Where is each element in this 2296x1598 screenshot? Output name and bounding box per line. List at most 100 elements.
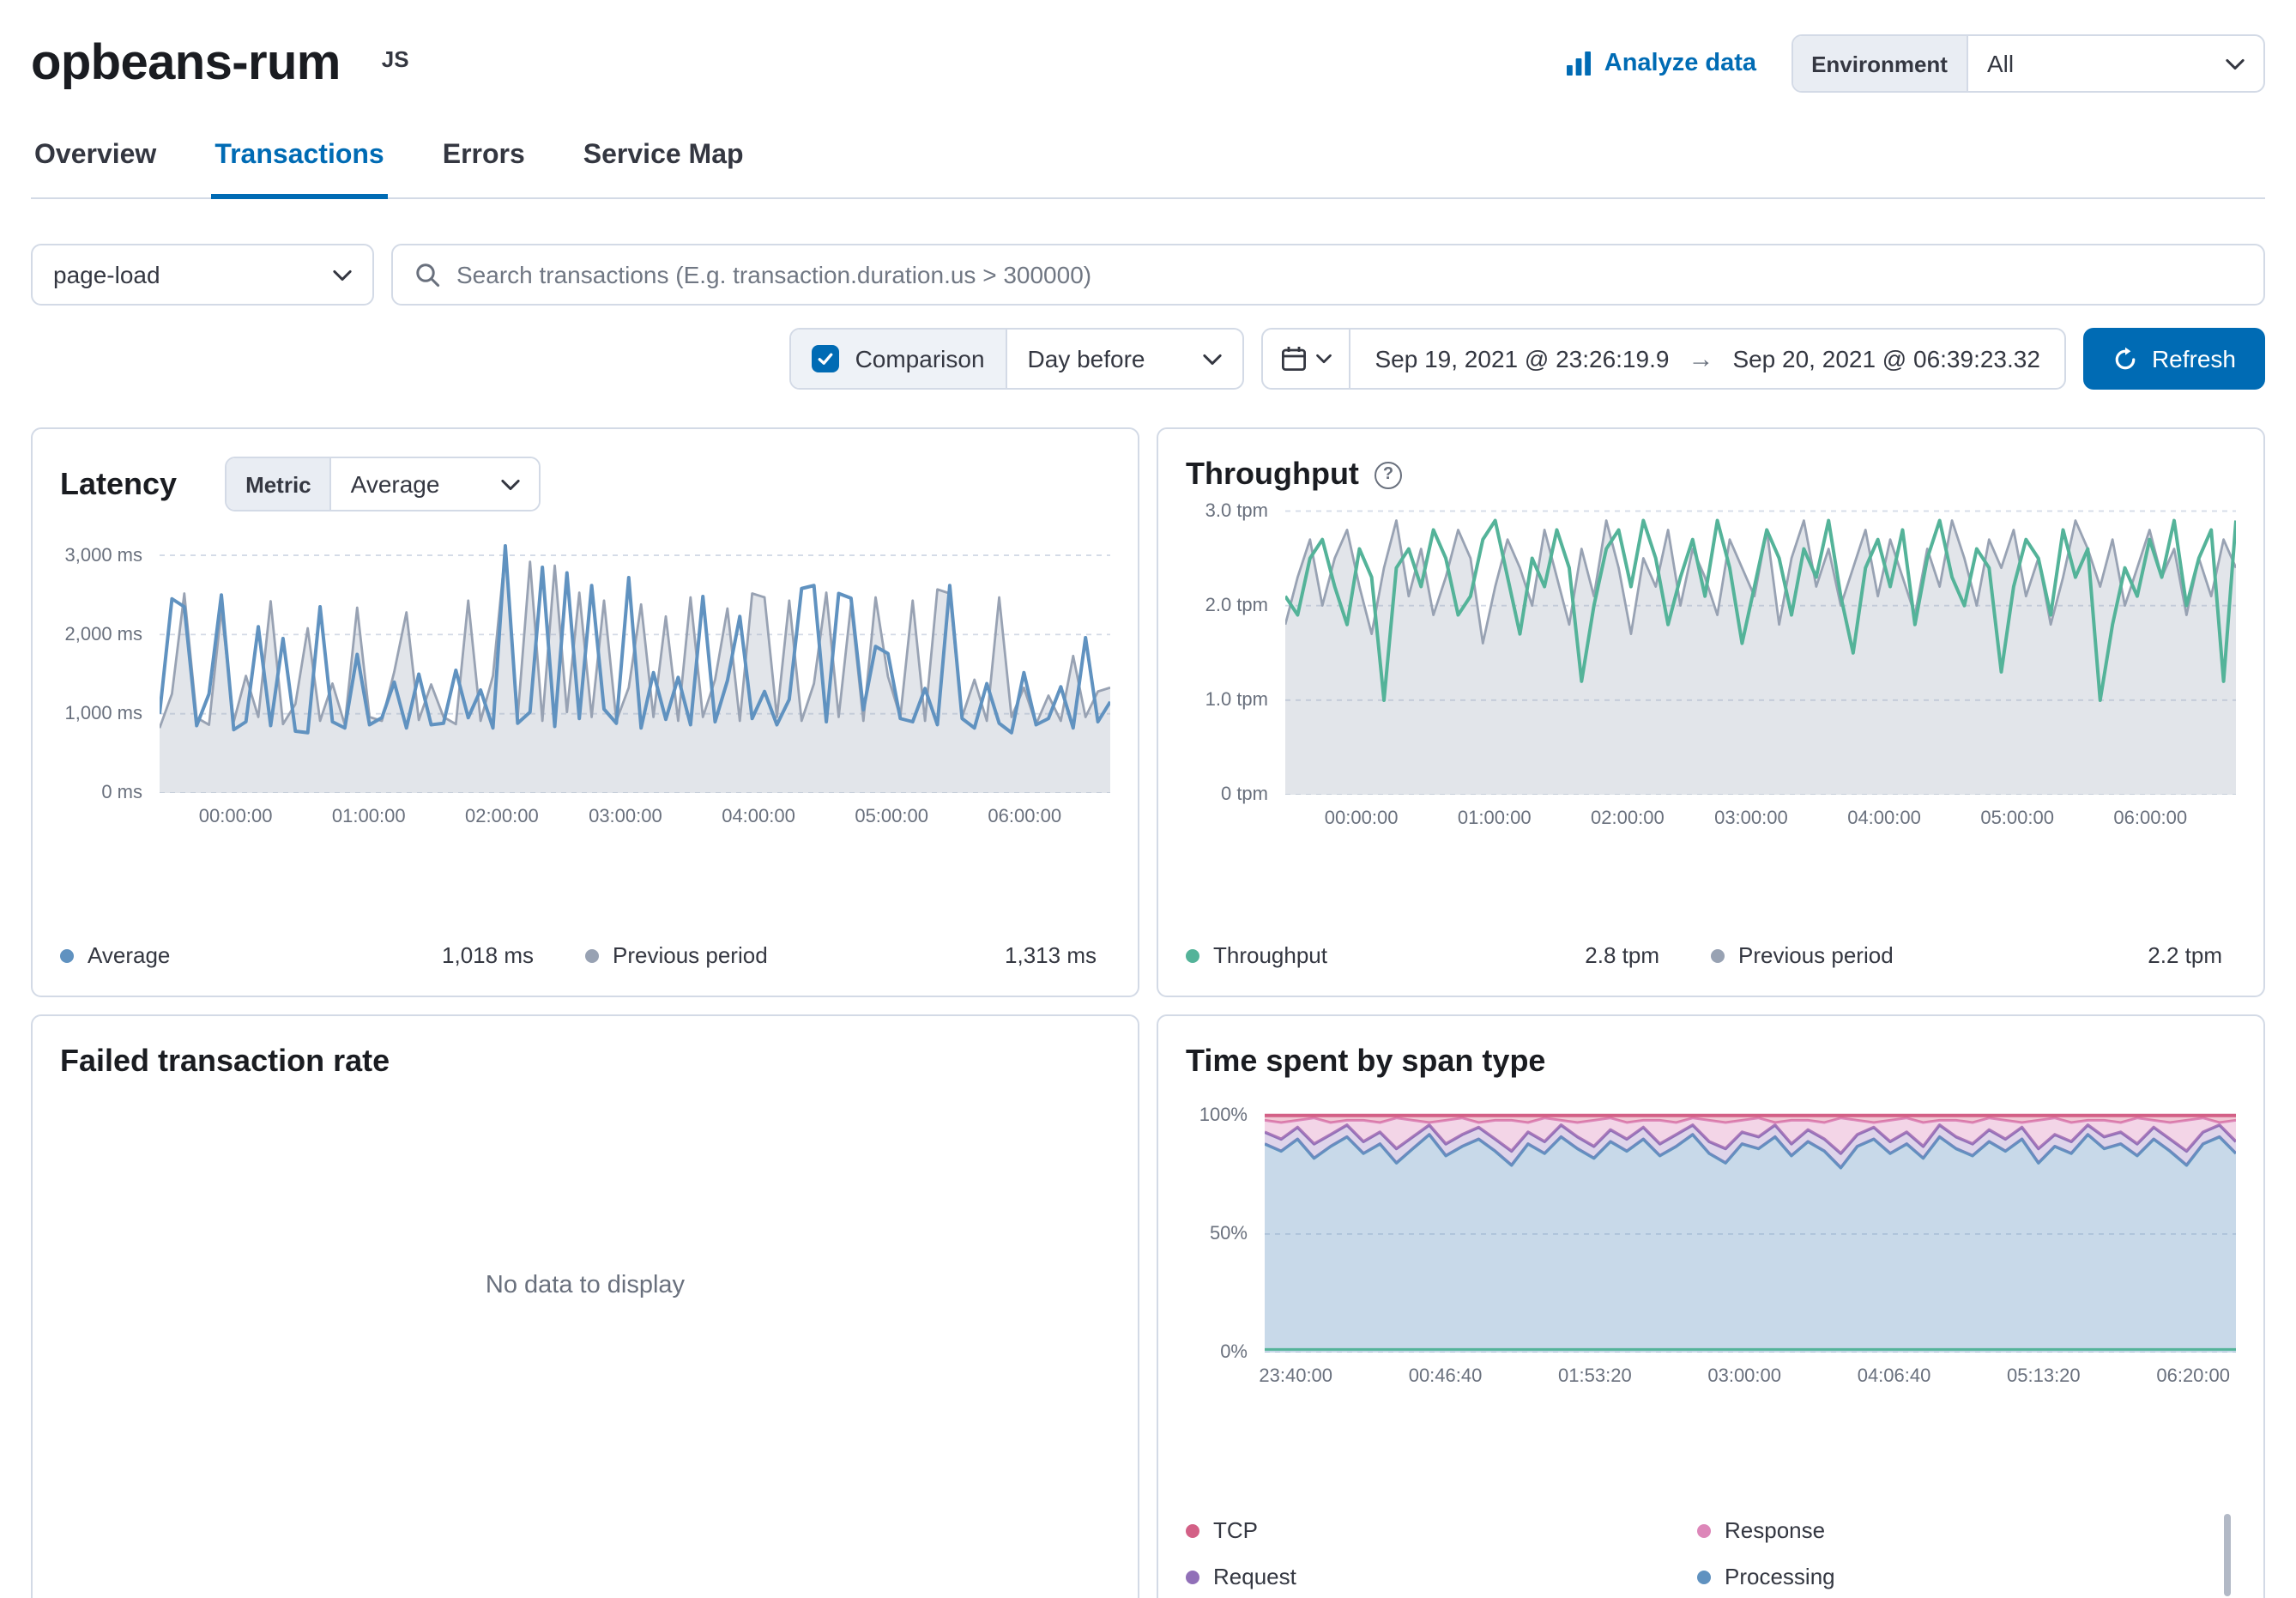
date-picker: Sep 19, 2021 @ 23:26:19.9 → Sep 20, 2021… — [1262, 328, 2066, 390]
legend-item-throughput[interactable]: Throughput2.8 tpm — [1186, 942, 1711, 968]
comparison-period-select[interactable]: Day before — [1007, 330, 1243, 388]
legend-label: Processing — [1725, 1564, 1835, 1589]
plot-area — [160, 536, 1110, 793]
y-axis-tick: 1,000 ms — [65, 704, 143, 724]
legend-item-response[interactable]: Response — [1697, 1517, 2208, 1543]
chart-legend: TCP Response Request Processing — [1186, 1490, 2236, 1589]
no-data-message: No data to display — [60, 1080, 1110, 1492]
legend-label: Response — [1725, 1517, 1825, 1543]
legend-label: Previous period — [613, 942, 768, 968]
legend-dot — [1697, 1523, 1711, 1537]
legend-value: 2.2 tpm — [2148, 942, 2222, 968]
x-axis-tick: 05:13:20 — [2007, 1366, 2081, 1387]
page-header: opbeans-rum JS Analyze data Environment … — [31, 0, 2265, 93]
y-axis-tick: 50% — [1210, 1224, 1248, 1244]
y-axis-tick: 0% — [1220, 1342, 1248, 1363]
environment-value: All — [1987, 50, 2014, 77]
legend-item-previous-period[interactable]: Previous period 1,313 ms — [585, 942, 1110, 968]
legend-item-tcp[interactable]: TCP — [1186, 1517, 1697, 1543]
environment-select[interactable]: Environment All — [1791, 34, 2265, 93]
agent-badge: JS — [382, 46, 409, 72]
transaction-type-select[interactable]: page-load — [31, 244, 374, 306]
x-axis-tick: 04:00:00 — [722, 807, 795, 827]
date-range: Sep 19, 2021 @ 23:26:19.9 → Sep 20, 2021… — [1351, 330, 2064, 388]
y-axis: 100%50%0% — [1186, 1104, 1265, 1353]
analyze-data-link[interactable]: Analyze data — [1565, 50, 1756, 77]
panel-title: Latency — [60, 466, 177, 502]
chevron-down-icon — [333, 269, 352, 281]
failed-rate-panel-header: Failed transaction rate — [60, 1044, 1110, 1080]
legend-item-previous-period[interactable]: Previous period 2.2 tpm — [1711, 942, 2236, 968]
x-axis-tick: 03:00:00 — [589, 807, 662, 827]
refresh-button[interactable]: Refresh — [2083, 328, 2265, 390]
legend-item-average[interactable]: Average 1,018 ms — [60, 942, 585, 968]
x-axis-tick: 06:00:00 — [2113, 808, 2187, 829]
x-axis-tick: 06:20:00 — [2156, 1366, 2230, 1387]
comparison-period-value: Day before — [1028, 345, 1145, 372]
tabs: Overview Transactions Errors Service Map — [31, 130, 2265, 199]
bar-chart-icon — [1565, 50, 1592, 77]
legend-dot — [1711, 948, 1725, 962]
x-axis-tick: 01:00:00 — [332, 807, 406, 827]
legend-scrollbar[interactable] — [2224, 1514, 2231, 1596]
tab-service-map[interactable]: Service Map — [580, 130, 747, 199]
chart-svg — [1285, 506, 2236, 795]
x-axis-tick: 05:00:00 — [1980, 808, 2054, 829]
apm-transactions-page: opbeans-rum JS Analyze data Environment … — [0, 0, 2296, 1598]
legend-dot — [1697, 1570, 1711, 1583]
comparison-checkbox[interactable]: Comparison — [792, 330, 1007, 388]
panel-title: Time spent by span type — [1186, 1044, 1545, 1080]
chart-legend: Throughput2.8 tpm Previous period 2.2 tpm — [1186, 915, 2236, 968]
time-filter-bar: Comparison Day before Sep 19, 2021 @ 23:… — [31, 328, 2265, 390]
y-axis-tick: 2,000 ms — [65, 624, 143, 645]
search-input[interactable] — [456, 261, 2243, 288]
x-axis-tick: 00:46:40 — [1409, 1366, 1483, 1387]
legend-dot — [585, 948, 599, 962]
tab-errors[interactable]: Errors — [439, 130, 529, 199]
x-axis-tick: 03:00:00 — [1714, 808, 1788, 829]
chart-legend: Average 1,018 ms Previous period 1,313 ms — [60, 915, 1110, 968]
comparison-label: Comparison — [855, 345, 985, 372]
x-axis-tick: 02:00:00 — [465, 807, 539, 827]
date-end[interactable]: Sep 20, 2021 @ 06:39:23.32 — [1732, 345, 2040, 372]
search-icon — [414, 261, 441, 288]
legend-value: 1,018 ms — [442, 942, 534, 968]
legend-value: 2.8 tpm — [1585, 942, 1659, 968]
y-axis: 3,000 ms2,000 ms1,000 ms0 ms — [60, 536, 160, 793]
service-name: opbeans-rum — [31, 34, 341, 93]
date-start[interactable]: Sep 19, 2021 @ 23:26:19.9 — [1375, 345, 1670, 372]
legend-dot — [1186, 948, 1199, 962]
x-axis-tick: 01:53:20 — [1558, 1366, 1632, 1387]
charts-grid: Latency Metric Average 3,000 ms2,000 ms1… — [31, 427, 2265, 1598]
transaction-type-value: page-load — [53, 261, 160, 288]
metric-label: Metric — [227, 458, 332, 510]
y-axis-tick: 1.0 tpm — [1205, 690, 1268, 711]
legend-item-processing[interactable]: Processing — [1697, 1564, 2208, 1589]
legend-label: TCP — [1213, 1517, 1258, 1543]
quick-select-button[interactable] — [1264, 330, 1351, 388]
chevron-down-icon — [1204, 353, 1223, 365]
x-axis-tick: 23:40:00 — [1259, 1366, 1332, 1387]
chart-svg — [1265, 1104, 2236, 1353]
y-axis-tick: 2.0 tpm — [1205, 596, 1268, 616]
x-axis: 23:40:0000:46:4001:53:2003:00:0004:06:40… — [1265, 1366, 2236, 1390]
legend-value: 1,313 ms — [1005, 942, 1097, 968]
tab-transactions[interactable]: Transactions — [211, 130, 387, 199]
latency-panel-header: Latency Metric Average — [60, 457, 1110, 511]
legend-dot — [1186, 1570, 1199, 1583]
legend-label: Request — [1213, 1564, 1296, 1589]
legend-label: Previous period — [1738, 942, 1894, 968]
filter-bar: page-load — [31, 244, 2265, 306]
failed-transaction-rate-panel: Failed transaction rate No data to displ… — [31, 1014, 1139, 1598]
chevron-down-icon — [2226, 58, 2245, 70]
x-axis-tick: 06:00:00 — [988, 807, 1061, 827]
refresh-icon — [2112, 346, 2138, 372]
help-icon[interactable]: ? — [1375, 461, 1402, 488]
x-axis-tick: 02:00:00 — [1591, 808, 1665, 829]
x-axis-tick: 04:06:40 — [1858, 1366, 1931, 1387]
tab-overview[interactable]: Overview — [31, 130, 160, 199]
calendar-icon — [1281, 345, 1308, 372]
latency-metric-select[interactable]: Metric Average — [225, 457, 541, 511]
legend-label: Average — [88, 942, 170, 968]
legend-item-request[interactable]: Request — [1186, 1564, 1697, 1589]
